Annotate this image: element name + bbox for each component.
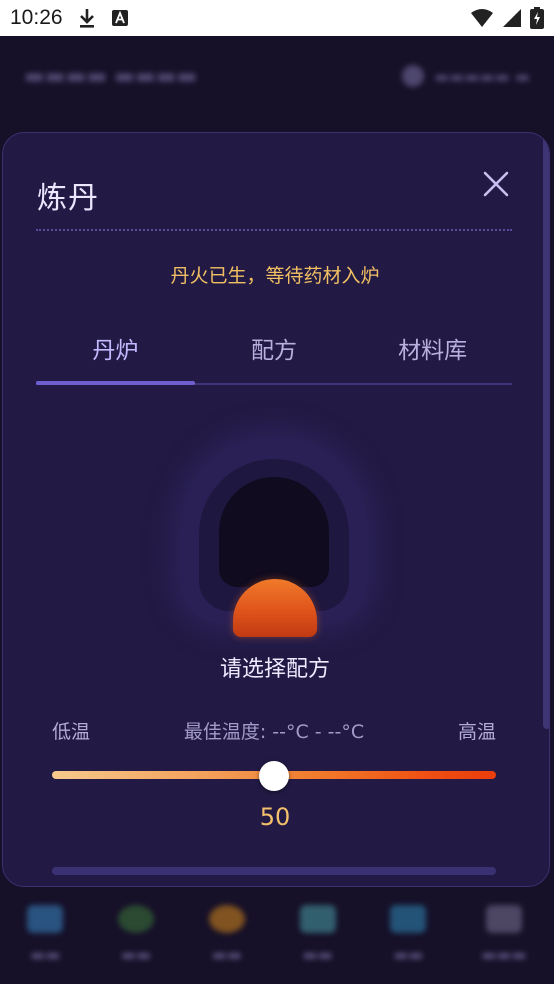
temperature-slider[interactable] — [52, 761, 496, 791]
furnace-status-message: 丹火已生，等待药材入炉 — [170, 265, 380, 287]
tab-recipes[interactable]: 配方 — [195, 329, 354, 383]
signal-icon — [502, 8, 522, 28]
tab-materials[interactable]: 材料库 — [353, 329, 512, 383]
background-nav-item: ▬▬ — [208, 904, 245, 964]
close-button[interactable] — [479, 167, 513, 201]
progress-bar — [52, 867, 496, 875]
background-info-placeholder: ▬▬▬▬▬ ▬ — [434, 66, 530, 86]
alchemy-tabs: 丹炉 配方 材料库 — [36, 329, 512, 385]
battery-charging-icon — [530, 7, 544, 29]
status-bar: 10:26 — [0, 0, 554, 36]
background-nav-item: ▬▬ — [299, 904, 336, 964]
high-temp-label: 高温 — [457, 721, 496, 743]
dialog-title: 炼丹 — [37, 181, 99, 216]
temperature-labels: 低温 最佳温度: --°C - --°C 高温 — [52, 717, 496, 744]
background-nav-item: ▬▬ — [118, 904, 155, 964]
background-title-placeholder: ▬▬▬▬ ▬▬▬▬ — [24, 63, 198, 89]
background-header: ▬▬▬▬ ▬▬▬▬ ▬▬▬▬▬ ▬ — [0, 36, 554, 116]
select-recipe-prompt: 请选择配方 — [219, 657, 330, 682]
low-temp-label: 低温 — [52, 721, 91, 743]
background-nav-item: ▬▬ — [390, 904, 427, 964]
download-icon — [77, 7, 97, 29]
tab-furnace[interactable]: 丹炉 — [36, 329, 195, 385]
alchemy-furnace[interactable] — [181, 437, 367, 643]
temperature-value: 50 — [259, 803, 291, 831]
wifi-icon — [470, 8, 494, 28]
title-divider — [36, 229, 512, 231]
temperature-slider-thumb[interactable] — [259, 761, 289, 791]
background-nav-item: ▬▬▬ — [481, 904, 527, 964]
autofill-icon — [111, 9, 129, 27]
dialog-scrollbar[interactable] — [543, 133, 549, 729]
background-avatar — [402, 65, 425, 87]
background-nav-item: ▬▬ — [27, 904, 64, 964]
close-icon — [483, 171, 509, 197]
optimal-temp-label: 最佳温度: --°C - --°C — [183, 721, 365, 743]
background-bottom-nav: ▬▬ ▬▬ ▬▬ ▬▬ ▬▬ ▬▬▬ — [0, 884, 554, 984]
status-time: 10:26 — [10, 6, 63, 29]
furnace-chamber — [219, 477, 329, 587]
alchemy-dialog: 炼丹 丹火已生，等待药材入炉 丹炉 配方 材料库 请选择配方 低温 最佳温度: … — [2, 132, 550, 887]
